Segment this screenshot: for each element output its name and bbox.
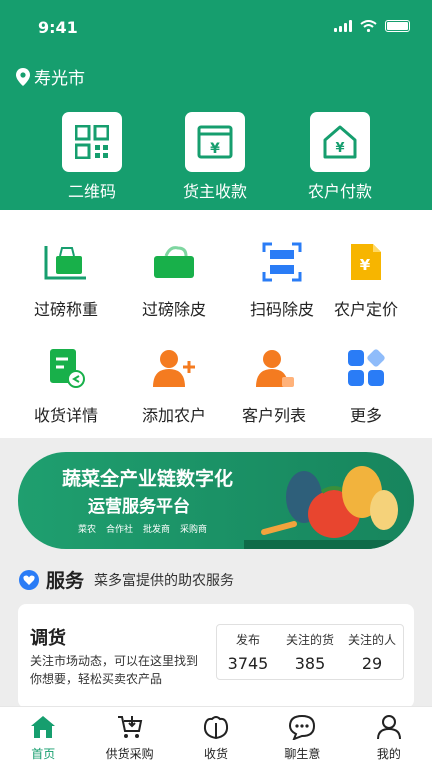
location-city: 寿光市 <box>34 69 85 89</box>
receive-payment-icon: ¥ <box>197 125 233 159</box>
tab-label: 供货采购 <box>105 747 154 761</box>
signal-icon <box>334 20 352 32</box>
bottom-tab-bar: 首页 供货采购 收货 聊生意 我的 <box>0 706 432 768</box>
tab-profile[interactable]: 我的 <box>346 707 432 768</box>
location-pin-icon <box>16 67 30 86</box>
farmer-pay-icon: ¥ <box>323 125 357 159</box>
svg-text:¥: ¥ <box>335 141 344 156</box>
tab-home[interactable]: 首页 <box>0 707 86 768</box>
home-icon <box>31 716 56 738</box>
receipt-detail-label: 收货详情 <box>33 406 98 425</box>
svg-text:¥: ¥ <box>360 256 371 274</box>
price-tag-button[interactable]: ¥ 农户定价 <box>312 238 420 320</box>
customer-list-icon <box>256 350 294 387</box>
stat-value: 385 <box>294 654 326 673</box>
user-icon <box>376 715 401 740</box>
services-subtitle: 菜多富提供的助农服务 <box>94 572 235 589</box>
battery-icon <box>385 20 410 32</box>
scale-weigh-icon <box>44 246 86 280</box>
chat-icon <box>289 714 316 740</box>
status-time: 9:41 <box>38 18 78 37</box>
heart-badge-icon <box>19 569 39 590</box>
card-description: 关注市场动态，可以在这里找到你想要，轻松买卖农产品 <box>30 654 199 686</box>
wifi-icon <box>360 20 377 32</box>
add-farmer-button[interactable]: 添加农户 <box>120 344 228 426</box>
tab-receive-goods[interactable]: 收货 <box>173 707 259 768</box>
tab-label: 我的 <box>376 747 401 761</box>
stat-label: 发布 <box>235 633 260 647</box>
header: 9:41 寿光市 二维码 ¥ 货主收款 ¥ 农户付款 <box>0 0 432 210</box>
banner-tag: 批发商 <box>143 525 171 535</box>
tare-basket-icon <box>154 246 194 278</box>
qr-code-label: 二维码 <box>67 182 116 201</box>
tare-basket-button[interactable]: 过磅除皮 <box>120 238 228 320</box>
card-stats: 发布 3745 关注的货 385 关注的人 29 <box>216 624 404 680</box>
location-selector[interactable]: 寿光市 <box>16 64 85 89</box>
svg-text:¥: ¥ <box>210 141 220 157</box>
qr-code-icon <box>75 125 109 159</box>
stat-label: 关注的货 <box>285 633 334 647</box>
farmer-pay-button[interactable]: ¥ 农户付款 <box>285 112 395 202</box>
more-apps-button[interactable]: 更多 <box>312 344 420 426</box>
tab-label: 首页 <box>31 747 56 761</box>
price-tag-label: 农户定价 <box>333 300 398 319</box>
scale-weigh-label: 过磅称重 <box>33 300 98 319</box>
status-bar: 9:41 <box>0 0 432 52</box>
banner-tag: 采购商 <box>180 525 208 535</box>
add-farmer-label: 添加农户 <box>141 406 206 425</box>
scan-tare-icon <box>262 242 302 282</box>
farmer-pay-label: 农户付款 <box>307 182 372 201</box>
banner-tag: 合作社 <box>106 525 134 535</box>
stat-value: 3745 <box>227 654 269 673</box>
stat-published[interactable]: 发布 3745 <box>217 625 279 679</box>
stat-label: 关注的人 <box>347 633 396 647</box>
cabbage-icon <box>203 716 229 740</box>
transfer-goods-card[interactable]: 调货 关注市场动态，可以在这里找到你想要，轻松买卖农产品 发布 3745 关注的… <box>18 604 414 708</box>
stat-value: 29 <box>361 654 383 673</box>
tab-label: 聊生意 <box>284 747 321 761</box>
system-icons <box>334 20 410 32</box>
tab-business-chat[interactable]: 聊生意 <box>259 707 345 768</box>
scale-weigh-button[interactable]: 过磅称重 <box>12 238 120 320</box>
add-farmer-icon <box>153 350 195 387</box>
receive-payment-label: 货主收款 <box>182 182 247 201</box>
services-title: 服务 <box>46 570 85 592</box>
banner-title: 蔬菜全产业链数字化 <box>62 468 234 490</box>
stat-followed-goods[interactable]: 关注的货 385 <box>279 625 341 679</box>
qr-code-button[interactable]: 二维码 <box>37 112 147 202</box>
tab-label: 收货 <box>204 747 229 761</box>
services-header: 服务 菜多富提供的助农服务 <box>18 566 234 593</box>
stat-followed-people[interactable]: 关注的人 29 <box>341 625 403 679</box>
banner-subtitle: 运营服务平台 <box>88 497 190 517</box>
vegetables-illustration <box>244 466 414 549</box>
receipt-detail-button[interactable]: 收货详情 <box>12 344 120 426</box>
promo-banner[interactable]: 蔬菜全产业链数字化 运营服务平台 菜农 合作社 批发商 采购商 <box>18 452 414 549</box>
tare-basket-label: 过磅除皮 <box>141 300 206 319</box>
card-title: 调货 <box>30 628 66 649</box>
banner-tag: 菜农 <box>78 525 97 535</box>
cart-icon <box>117 716 142 738</box>
banner-tags: 菜农 合作社 批发商 采购商 <box>78 522 207 535</box>
more-apps-label: 更多 <box>349 406 382 425</box>
receive-payment-button[interactable]: ¥ 货主收款 <box>160 112 270 202</box>
more-apps-icon <box>348 349 385 386</box>
receipt-detail-icon <box>50 349 85 388</box>
function-grid: 过磅称重 过磅除皮 扫码除皮 ¥ 农户定价 收货详情 添加农户 客户列表 更多 <box>0 210 432 438</box>
price-tag-icon: ¥ <box>351 244 381 280</box>
tab-supply-purchase[interactable]: 供货采购 <box>86 707 172 768</box>
